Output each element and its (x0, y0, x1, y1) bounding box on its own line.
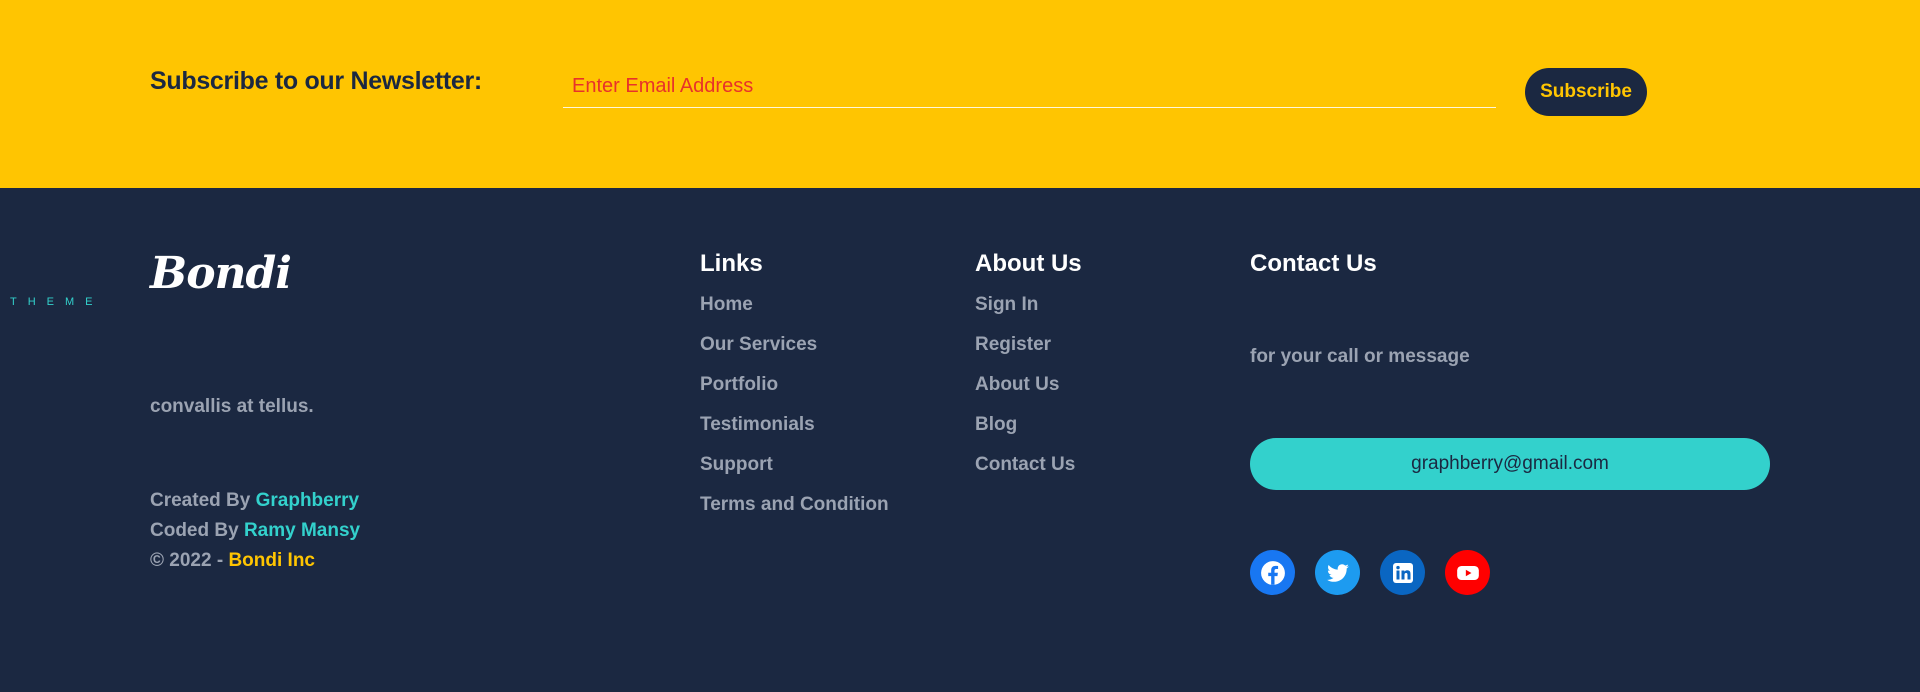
link-register[interactable]: Register (975, 334, 1051, 355)
link-contact-us[interactable]: Contact Us (975, 454, 1075, 475)
contact-column: Contact Us (1250, 250, 1377, 290)
brand-description: convallis at tellus. (150, 396, 314, 417)
created-by-link[interactable]: Graphberry (256, 490, 359, 511)
footer-link-testimonials: Testimonials (700, 410, 889, 450)
footer-link-home: Home (700, 290, 889, 330)
copyright-line: © 2022 - Bondi Inc (150, 546, 360, 576)
about-list: Sign In Register About Us Blog Contact U… (975, 290, 1082, 490)
coded-by-line: Coded By Ramy Mansy (150, 516, 360, 546)
email-input[interactable] (563, 66, 1496, 108)
bondi-logo[interactable]: Bondi (150, 248, 292, 314)
copyright-prefix: © 2022 - (150, 550, 229, 571)
footer-link-sign-in: Sign In (975, 290, 1082, 330)
footer-link-terms: Terms and Condition (700, 490, 889, 530)
email-button[interactable]: graphberry@gmail.com (1250, 438, 1770, 490)
link-home[interactable]: Home (700, 294, 753, 315)
links-column: Links Home Our Services Portfolio Testim… (700, 250, 889, 530)
contact-note: for your call or message (1250, 346, 1470, 367)
footer-link-contact: Contact Us (975, 450, 1082, 490)
newsletter-bar: Subscribe to our Newsletter: Subscribe (0, 0, 1920, 188)
footer-link-support: Support (700, 450, 889, 490)
copyright-company-link[interactable]: Bondi Inc (228, 550, 315, 571)
links-list: Home Our Services Portfolio Testimonials… (700, 290, 889, 530)
link-testimonials[interactable]: Testimonials (700, 414, 815, 435)
coded-by-link[interactable]: Ramy Mansy (244, 520, 360, 541)
link-support[interactable]: Support (700, 454, 773, 475)
social-icons (1250, 550, 1490, 595)
footer-link-blog: Blog (975, 410, 1082, 450)
twitter-icon[interactable] (1315, 550, 1360, 595)
footer-link-portfolio: Portfolio (700, 370, 889, 410)
newsletter-title: Subscribe to our Newsletter: (150, 67, 482, 95)
contact-title: Contact Us (1250, 250, 1377, 277)
created-by-prefix: Created By (150, 490, 256, 511)
linkedin-icon[interactable] (1380, 550, 1425, 595)
logo-subtext: THEME (10, 296, 104, 308)
credits: Created By Graphberry Coded By Ramy Mans… (150, 486, 360, 576)
link-terms[interactable]: Terms and Condition (700, 494, 889, 515)
link-portfolio[interactable]: Portfolio (700, 374, 778, 395)
link-about-us[interactable]: About Us (975, 374, 1059, 395)
coded-by-prefix: Coded By (150, 520, 244, 541)
site-footer: Bondi THEME convallis at tellus. Created… (0, 188, 1920, 692)
logo-wordmark: Bondi (150, 248, 292, 299)
link-our-services[interactable]: Our Services (700, 334, 817, 355)
subscribe-button[interactable]: Subscribe (1525, 68, 1647, 116)
created-by-line: Created By Graphberry (150, 486, 360, 516)
link-blog[interactable]: Blog (975, 414, 1017, 435)
youtube-icon[interactable] (1445, 550, 1490, 595)
footer-link-about: About Us (975, 370, 1082, 410)
link-sign-in[interactable]: Sign In (975, 294, 1038, 315)
about-column: About Us Sign In Register About Us Blog … (975, 250, 1082, 490)
footer-link-register: Register (975, 330, 1082, 370)
facebook-icon[interactable] (1250, 550, 1295, 595)
footer-link-services: Our Services (700, 330, 889, 370)
about-title: About Us (975, 250, 1082, 277)
links-title: Links (700, 250, 763, 277)
